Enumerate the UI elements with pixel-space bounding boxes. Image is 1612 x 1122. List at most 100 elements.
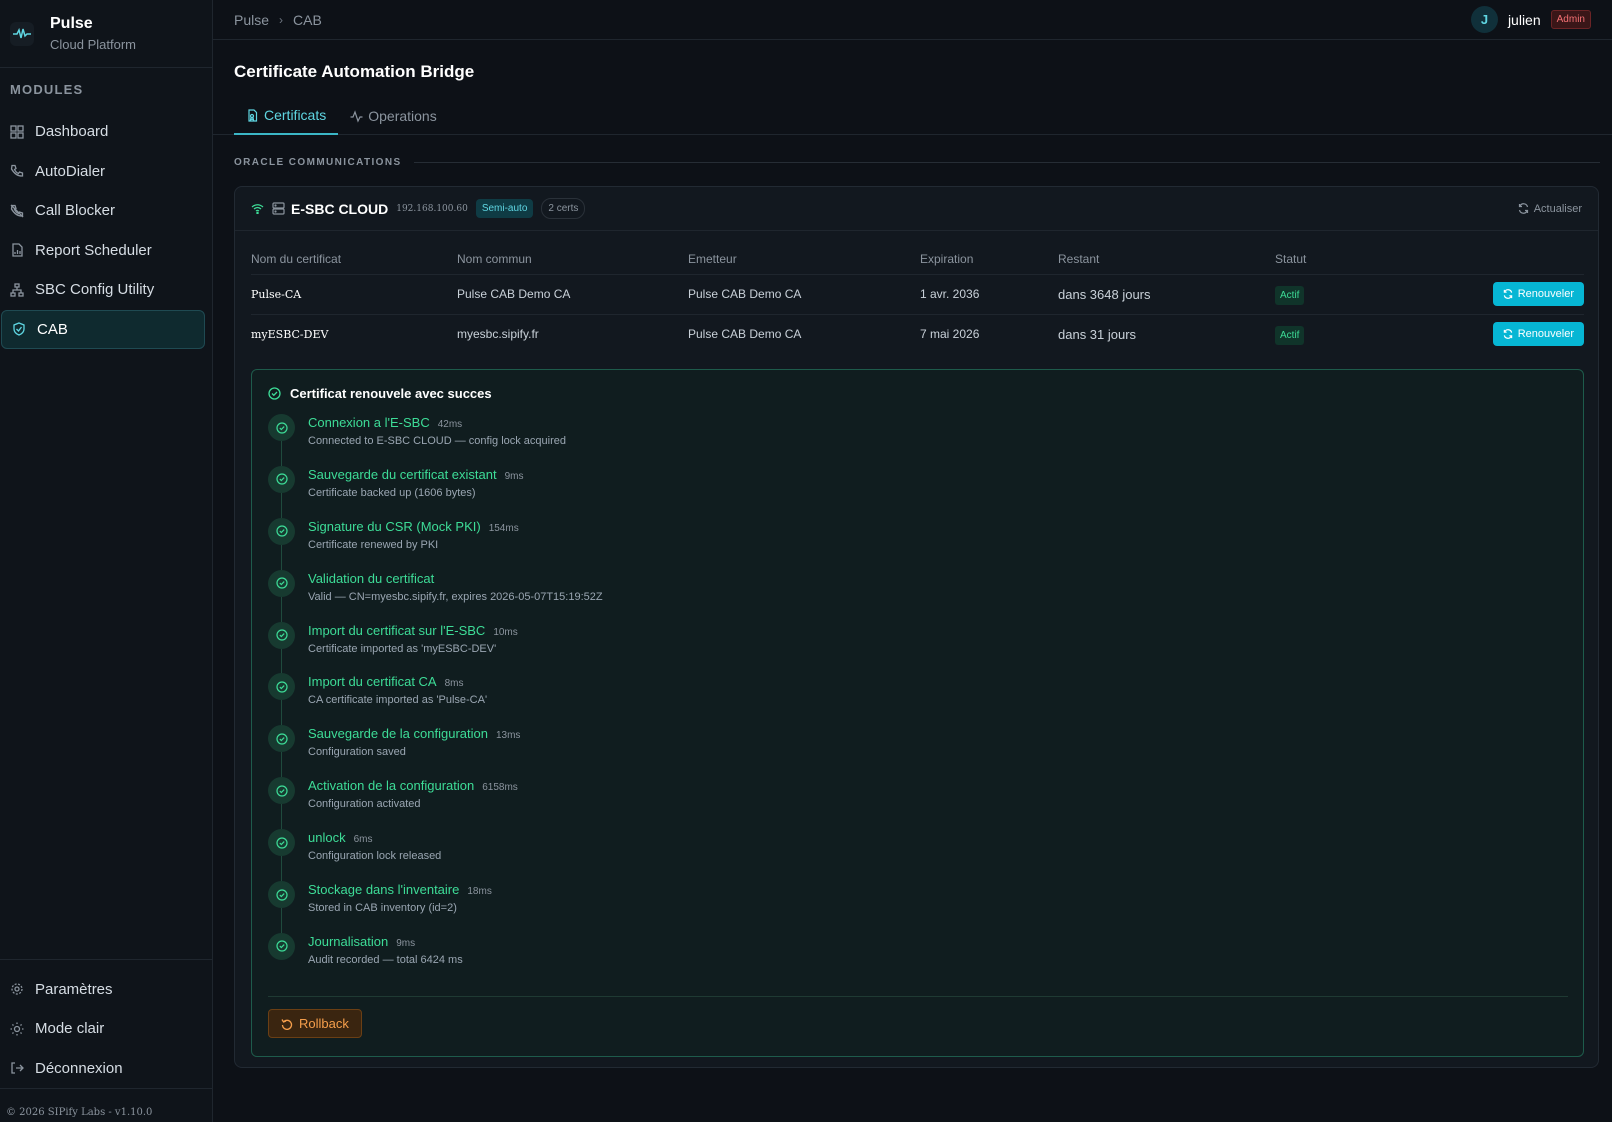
cert-name: Pulse-CA xyxy=(251,274,457,315)
check-circle-icon xyxy=(268,932,295,960)
divider xyxy=(413,162,1600,163)
col-header-remaining: Restant xyxy=(1058,244,1275,275)
sidebar-item-dashboard[interactable]: Dashboard xyxy=(0,112,204,152)
sidebar-item-report-scheduler[interactable]: Report Scheduler xyxy=(0,231,204,271)
sidebar-item-cab[interactable]: CAB xyxy=(1,309,205,349)
cert-issuer: Pulse CAB Demo CA xyxy=(688,274,920,315)
grid-icon xyxy=(10,124,26,140)
sidebar-item-label: Mode clair xyxy=(35,1020,105,1038)
brand-name: Pulse xyxy=(50,15,93,32)
step-title-row: Sauvegarde de la configuration 13ms xyxy=(308,725,1568,741)
step-detail: CA certificate imported as 'Pulse-CA' xyxy=(308,694,488,707)
step-title-row: Stockage dans l'inventaire 18ms xyxy=(308,881,1568,897)
step-title: Activation de la configuration xyxy=(308,778,475,794)
step-detail: Certificate imported as 'myESBC-DEV' xyxy=(308,642,497,655)
sidebar-item-sbc-config-utility[interactable]: SBC Config Utility xyxy=(0,270,204,310)
sidebar-item-label: Dashboard xyxy=(35,123,109,141)
modules-section-label: MODULES xyxy=(10,82,84,97)
renewal-steps-list: Connexion a l'E-SBC 42ms Connected to E-SB… xyxy=(268,414,1568,985)
sidebar-item-label: Call Blocker xyxy=(35,202,116,220)
sidebar-item-logout[interactable]: Déconnexion xyxy=(0,1049,204,1089)
undo-icon xyxy=(281,1018,293,1030)
step-duration: 13ms xyxy=(495,730,521,742)
table-row: myESBC-DEV myesbc.sipify.fr Pulse CAB De… xyxy=(251,314,1584,354)
check-circle-icon xyxy=(268,621,295,649)
step-connector xyxy=(281,856,282,882)
step-duration: 6158ms xyxy=(482,782,518,794)
sidebar-item-light-mode[interactable]: Mode clair xyxy=(0,1009,204,1049)
step-detail: Configuration activated xyxy=(308,798,421,811)
col-header-actions xyxy=(1425,244,1584,275)
device-card: E-SBC CLOUD 192.168.100.60 Semi-auto 2 c… xyxy=(234,186,1599,1068)
step-title-row: Import du certificat CA 8ms xyxy=(308,673,1568,689)
step-title: Stockage dans l'inventaire xyxy=(308,882,460,898)
step-connector xyxy=(281,804,282,830)
renew-button[interactable]: Renouveler xyxy=(1492,282,1584,306)
sidebar-item-label: SBC Config Utility xyxy=(35,281,155,299)
step-connector xyxy=(281,492,282,518)
page-title: Certificate Automation Bridge xyxy=(234,62,475,81)
cert-status-cell: Actif xyxy=(1275,274,1425,315)
avatar[interactable]: J xyxy=(1470,6,1498,33)
step-detail: Configuration saved xyxy=(308,746,406,759)
check-circle-icon xyxy=(268,829,295,857)
sidebar-item-label: Paramètres xyxy=(35,980,113,998)
rollback-button[interactable]: Rollback xyxy=(268,1009,362,1038)
renewal-step: unlock 6ms Configuration lock released xyxy=(268,829,1568,882)
step-duration: 6ms xyxy=(353,834,373,846)
step-duration: 9ms xyxy=(504,470,524,482)
cert-common-name: Pulse CAB Demo CA xyxy=(457,274,688,315)
check-circle-icon xyxy=(268,465,295,493)
cert-expiration: 7 mai 2026 xyxy=(920,327,980,342)
tab-label: Operations xyxy=(368,108,437,124)
sidebar-item-settings[interactable]: Paramètres xyxy=(0,970,204,1010)
step-title: unlock xyxy=(308,830,346,846)
step-title: Sauvegarde de la configuration xyxy=(308,726,488,742)
step-title-row: Validation du certificat xyxy=(308,570,1568,586)
brand[interactable]: Pulse Cloud Platform xyxy=(0,0,212,68)
step-detail: Valid — CN=myesbc.sipify.fr, expires 202… xyxy=(308,590,603,603)
renewal-step: Import du certificat CA 8ms CA certificate… xyxy=(268,673,1568,726)
check-circle-icon xyxy=(268,777,295,805)
cert-actions: Renouveler xyxy=(1425,274,1584,315)
step-detail: Configuration lock released xyxy=(308,850,442,863)
topbar: Pulse › CAB J julien Admin xyxy=(213,0,1612,40)
refresh-icon xyxy=(1503,289,1513,299)
sidebar-item-call-blocker[interactable]: Call Blocker xyxy=(0,191,204,231)
step-detail: Certificate renewed by PKI xyxy=(308,538,439,551)
refresh-button[interactable]: Actualiser xyxy=(1518,203,1582,215)
step-title-row: Sauvegarde du certificat existant 9ms xyxy=(308,466,1568,482)
sidebar-item-label: AutoDialer xyxy=(35,162,106,180)
sidebar-item-label: Report Scheduler xyxy=(35,241,152,259)
cert-remaining: dans 3648 jours xyxy=(1058,274,1275,315)
result-title-text: Certificat renouvele avec succes xyxy=(290,386,492,401)
step-title: Import du certificat sur l'E-SBC xyxy=(308,622,486,638)
col-header-status: Statut xyxy=(1275,244,1425,275)
mode-badge: Semi-auto xyxy=(475,199,534,218)
result-title: Certificat renouvele avec succes xyxy=(268,386,492,401)
step-title: Signature du CSR (Mock PKI) xyxy=(308,518,481,534)
step-duration: 10ms xyxy=(493,626,518,638)
sidebar-item-autodialer[interactable]: AutoDialer xyxy=(0,152,204,192)
renew-button[interactable]: Renouveler xyxy=(1492,322,1584,347)
activity-icon xyxy=(350,109,363,123)
tab-operations[interactable]: Operations xyxy=(338,97,448,135)
file-cert-icon xyxy=(246,108,259,122)
check-circle-icon xyxy=(268,673,295,701)
step-connector xyxy=(281,596,282,622)
renew-label: Renouveler xyxy=(1517,288,1574,300)
phone-icon xyxy=(10,163,26,179)
renewal-step: Sauvegarde du certificat existant 9ms Cert… xyxy=(268,465,1568,518)
sidebar-item-label: CAB xyxy=(37,320,68,338)
col-header-issuer: Emetteur xyxy=(688,244,920,275)
renewal-step: Activation de la configuration 6158ms Conf… xyxy=(268,777,1568,830)
sidebar: Pulse Cloud Platform MODULES Dashboard A… xyxy=(0,0,213,1122)
logout-icon xyxy=(10,1060,26,1076)
tab-certificats[interactable]: Certificats xyxy=(234,97,339,135)
renewal-step: Stockage dans l'inventaire 18ms Stored in … xyxy=(268,881,1568,934)
username: julien xyxy=(1507,11,1541,28)
breadcrumb-pulse[interactable]: Pulse xyxy=(234,12,269,28)
network-icon xyxy=(10,282,26,298)
user-menu[interactable]: J julien Admin xyxy=(1470,6,1591,33)
step-duration: 154ms xyxy=(488,522,519,534)
